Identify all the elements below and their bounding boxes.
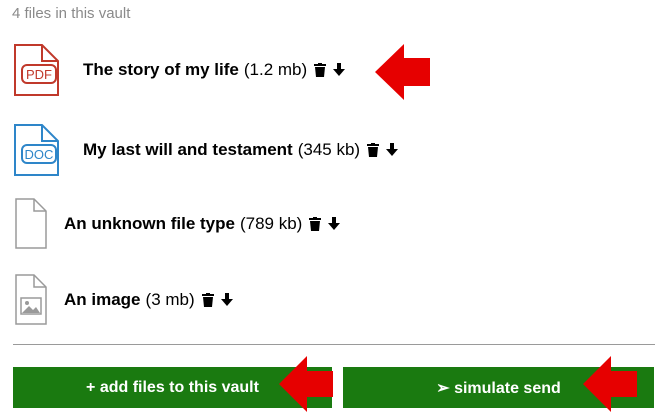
download-icon[interactable] xyxy=(333,63,346,77)
file-count: 4 files in this vault xyxy=(12,5,131,22)
pdf-badge: PDF xyxy=(26,67,52,82)
list-item: DOC My last will and testament (345 kb) xyxy=(12,122,399,178)
generic-file-icon xyxy=(12,196,48,252)
list-item: PDF The story of my life (1.2 mb) xyxy=(12,42,346,98)
file-name: The story of my life xyxy=(83,60,239,79)
download-icon[interactable] xyxy=(386,143,399,157)
file-size: (1.2 mb) xyxy=(243,60,308,79)
trash-icon[interactable] xyxy=(367,143,380,157)
file-name: An unknown file type xyxy=(64,214,235,233)
pdf-file-icon: PDF xyxy=(12,42,62,98)
file-name: My last will and testament xyxy=(83,140,293,159)
list-item: An image (3 mb) xyxy=(12,272,233,328)
doc-file-icon: DOC xyxy=(12,122,62,178)
trash-icon[interactable] xyxy=(201,293,214,307)
file-size: (3 mb) xyxy=(145,290,195,309)
list-item: An unknown file type (789 kb) xyxy=(12,196,341,252)
arrow-left-icon xyxy=(375,44,430,100)
image-file-icon xyxy=(12,272,48,328)
divider xyxy=(13,344,655,345)
file-name: An image xyxy=(64,290,141,309)
add-files-button[interactable]: + add files to this vault xyxy=(13,367,332,408)
simulate-send-button[interactable]: ➢ simulate send xyxy=(343,367,654,408)
download-icon[interactable] xyxy=(220,293,233,307)
trash-icon[interactable] xyxy=(309,217,322,231)
file-size: (789 kb) xyxy=(239,214,303,233)
trash-icon[interactable] xyxy=(314,63,327,77)
file-size: (345 kb) xyxy=(297,140,361,159)
doc-badge: DOC xyxy=(25,147,54,162)
download-icon[interactable] xyxy=(328,217,341,231)
